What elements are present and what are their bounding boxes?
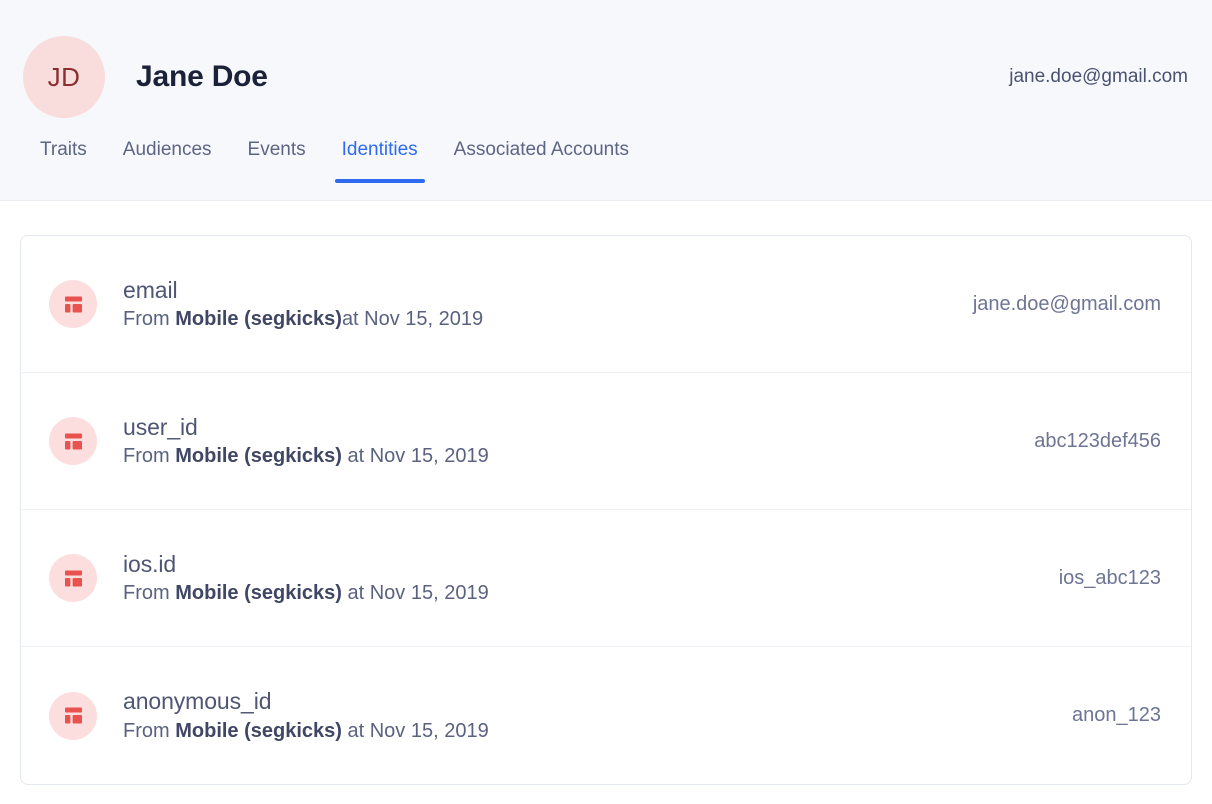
tab-traits[interactable]: Traits (22, 131, 105, 183)
identity-value: anon_123 (1072, 704, 1161, 726)
tab-identities[interactable]: Identities (324, 131, 436, 183)
identity-key: anonymous_id (123, 688, 272, 715)
identity-source-name: Mobile (segkicks) (175, 308, 342, 331)
layout-dashboard-icon (49, 280, 97, 328)
identity-source-meta: From Mobile (segkicks) at Nov 15, 2019 (123, 443, 489, 470)
profile-header: JD Jane Doe jane.doe@gmail.com Traits Aud… (0, 0, 1212, 201)
identity-text: email From Mobile (segkicks)at Nov 15, 20… (123, 275, 483, 333)
identity-timestamp: at Nov 15, 2019 (341, 582, 489, 605)
identity-source-meta: From Mobile (segkicks) at Nov 15, 2019 (123, 580, 489, 607)
identity-value: jane.doe@gmail.com (972, 292, 1161, 315)
identity-from-label: From (123, 582, 176, 605)
tab-bar: Traits Audiences Events Identities Associate… (0, 131, 1212, 183)
identity-key: user_id (123, 413, 198, 440)
layout-dashboard-icon (49, 691, 97, 740)
tab-audiences[interactable]: Audiences (105, 131, 230, 183)
avatar: JD (23, 36, 105, 118)
identity-source-name: Mobile (segkicks) (175, 719, 342, 742)
identity-from-label: From (123, 308, 176, 331)
identity-row[interactable]: ios.id From Mobile (segkicks) at Nov 15, … (21, 510, 1191, 647)
profile-email: jane.doe@gmail.com (1009, 66, 1188, 87)
identity-row[interactable]: anonymous_id From Mobile (segkicks) at No… (21, 647, 1191, 784)
identity-source-name: Mobile (segkicks) (175, 582, 342, 605)
tab-events[interactable]: Events (230, 131, 324, 183)
tab-associated-accounts[interactable]: Associated Accounts (436, 131, 647, 183)
identity-row[interactable]: user_id From Mobile (segkicks) at Nov 15,… (21, 373, 1191, 510)
identity-source-name: Mobile (segkicks) (175, 445, 342, 468)
identity-source-meta: From Mobile (segkicks)at Nov 15, 2019 (123, 306, 483, 333)
identity-value: ios_abc123 (1058, 566, 1161, 589)
identity-value: abc123def456 (1034, 429, 1161, 452)
identity-row[interactable]: email From Mobile (segkicks)at Nov 15, 20… (21, 236, 1191, 373)
profile-identity-bar: JD Jane Doe jane.doe@gmail.com (0, 0, 1212, 131)
identity-text: anonymous_id From Mobile (segkicks) at No… (123, 686, 489, 744)
identity-timestamp: at Nov 15, 2019 (341, 308, 484, 331)
identity-text: user_id From Mobile (segkicks) at Nov 15,… (123, 412, 489, 470)
identity-from-label: From (123, 719, 176, 742)
identity-key: ios.id (123, 550, 177, 577)
identity-timestamp: at Nov 15, 2019 (341, 445, 489, 468)
identity-timestamp: at Nov 15, 2019 (341, 719, 489, 742)
avatar-initials: JD (47, 61, 81, 92)
identity-key: email (123, 276, 178, 303)
layout-dashboard-icon (49, 554, 97, 602)
identity-from-label: From (123, 445, 176, 468)
page-title: Jane Doe (136, 60, 268, 93)
identities-card: email From Mobile (segkicks)at Nov 15, 20… (20, 235, 1192, 785)
layout-dashboard-icon (49, 417, 97, 465)
identity-source-meta: From Mobile (segkicks) at Nov 15, 2019 (123, 718, 489, 745)
identity-text: ios.id From Mobile (segkicks) at Nov 15, … (123, 549, 489, 607)
